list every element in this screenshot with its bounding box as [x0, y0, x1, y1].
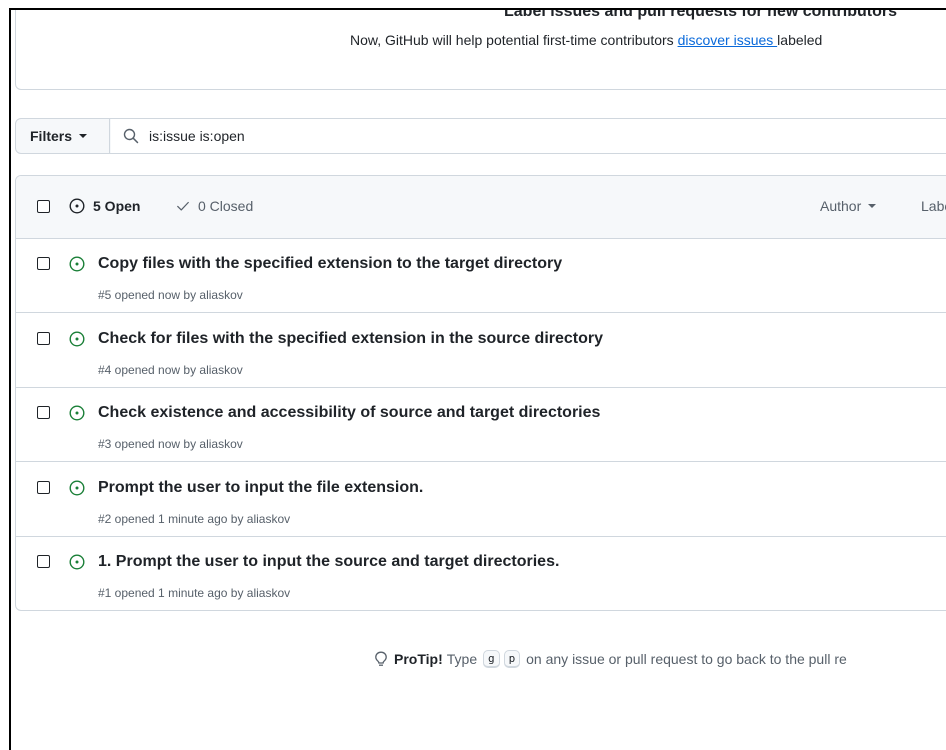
open-issues-count: 5 Open	[93, 198, 141, 214]
issue-meta: #5 opened now by aliaskov	[98, 288, 243, 302]
issue-title-link[interactable]: Check existence and accessibility of sou…	[98, 404, 600, 422]
keyboard-key-p: p	[503, 650, 521, 668]
protip-label: ProTip!	[394, 651, 443, 667]
issue-row[interactable]: Check for files with the specified exten…	[16, 314, 946, 388]
issue-title-link[interactable]: Copy files with the specified extension …	[98, 255, 562, 273]
select-all-checkbox[interactable]	[37, 200, 50, 213]
first-contributor-banner: Label issues and pull requests for new c…	[15, 8, 946, 90]
search-input[interactable]: is:issue is:open	[111, 119, 946, 153]
issue-opened-icon	[69, 554, 85, 570]
issue-checkbox[interactable]	[37, 555, 50, 568]
label-filter-dropdown[interactable]: Labe	[921, 198, 946, 214]
keyboard-key-g: g	[483, 650, 500, 668]
issue-meta: #1 opened 1 minute ago by aliaskov	[98, 586, 291, 600]
banner-title: Label issues and pull requests for new c…	[504, 8, 897, 20]
protip-text: on any issue or pull request to go back …	[526, 651, 847, 667]
issue-title-link[interactable]: 1. Prompt the user to input the source a…	[98, 553, 559, 571]
check-icon	[177, 201, 189, 211]
search-icon	[123, 128, 139, 144]
issue-title-link[interactable]: Check for files with the specified exten…	[98, 330, 603, 348]
filters-button-label: Filters	[30, 128, 73, 144]
issue-opened-icon	[69, 330, 85, 347]
issue-meta: #4 opened now by aliaskov	[98, 362, 243, 377]
author-filter-dropdown[interactable]: Author	[820, 198, 877, 214]
closed-issues-count: 0 Closed	[198, 198, 254, 214]
banner-text-after: labeled	[777, 32, 823, 48]
issue-title-link[interactable]: Prompt the user to input the file extens…	[98, 479, 423, 497]
protip: ProTip! Type g p on any issue or pull re…	[374, 650, 847, 668]
page-frame: Label issues and pull requests for new c…	[9, 8, 946, 750]
discover-issues-link[interactable]: discover issues	[678, 32, 778, 48]
issue-row[interactable]: Check existence and accessibility of sou…	[16, 388, 946, 462]
chevron-down-icon	[79, 134, 88, 138]
issue-opened-icon	[69, 479, 85, 496]
issue-opened-icon	[69, 198, 85, 214]
filter-bar: Filters is:issue is:open	[15, 118, 946, 154]
issue-meta: #3 opened now by aliaskov	[98, 437, 243, 451]
issue-row[interactable]: Copy files with the specified extension …	[16, 239, 946, 313]
issues-list: 5 Open 0 Closed Author Labe Copy files w…	[15, 175, 946, 611]
open-issues-tab[interactable]: 5 Open	[69, 198, 140, 214]
issues-list-header: 5 Open 0 Closed Author Labe	[16, 176, 946, 239]
closed-issues-tab[interactable]: 0 Closed	[176, 198, 253, 214]
protip-type-text: Type	[446, 651, 478, 667]
issue-row[interactable]: 1. Prompt the user to input the source a…	[16, 537, 946, 610]
search-query: is:issue is:open	[149, 128, 245, 144]
banner-text-before: Now, GitHub will help potential first-ti…	[350, 32, 678, 48]
issue-opened-icon	[69, 405, 85, 421]
filters-button[interactable]: Filters	[16, 119, 110, 153]
lightbulb-icon	[375, 651, 387, 666]
issue-checkbox[interactable]	[37, 406, 50, 419]
issue-row[interactable]: Prompt the user to input the file extens…	[16, 463, 946, 537]
issue-meta: #2 opened 1 minute ago by aliaskov	[98, 511, 291, 526]
issue-checkbox[interactable]	[37, 331, 50, 345]
chevron-down-icon	[868, 204, 877, 208]
author-filter-label: Author	[820, 198, 862, 214]
issue-checkbox[interactable]	[37, 480, 50, 494]
banner-text: Now, GitHub will help potential first-ti…	[350, 32, 822, 48]
issue-checkbox[interactable]	[37, 257, 50, 270]
issue-opened-icon	[69, 256, 85, 272]
